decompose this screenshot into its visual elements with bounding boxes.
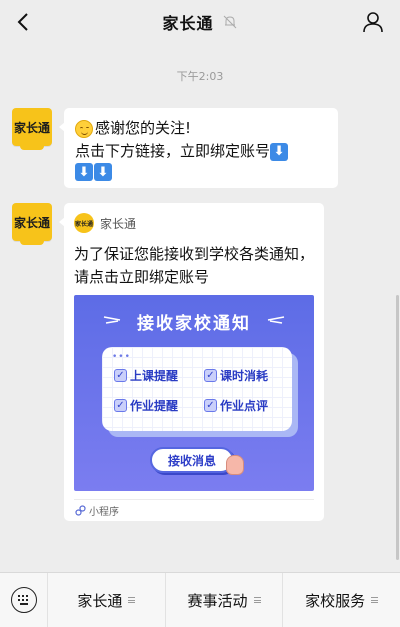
feature-label: 课时消耗: [220, 368, 269, 383]
menu-item-label: 赛事活动: [187, 591, 248, 610]
submenu-icon: [371, 597, 379, 603]
decoration-lines-icon: [267, 316, 285, 324]
checkbox-icon: ✓: [114, 398, 127, 412]
scrollbar[interactable]: [396, 295, 399, 560]
avatar-label: 家长通: [13, 120, 50, 135]
bell-muted-icon: [222, 14, 238, 30]
sender-avatar[interactable]: 家长通: [12, 203, 52, 245]
down-arrow-emoji-icon: ⬇: [75, 163, 93, 181]
down-arrow-emoji-icon: ⬇: [270, 142, 289, 161]
submenu-icon: [128, 597, 136, 603]
welcome-message-bubble: 感谢您的关注! 点击下方链接，立即绑定账号 ⬇ ⬇ ⬇: [59, 108, 338, 188]
back-button[interactable]: [8, 7, 38, 37]
checkbox-icon: ✓: [204, 398, 217, 412]
checkbox-icon: ✓: [114, 368, 127, 382]
down-arrow-emoji-icon: ⬇: [94, 163, 112, 181]
mini-program-logo: 家长通: [74, 213, 94, 233]
feature-label: 作业提醒: [130, 398, 179, 413]
profile-button[interactable]: [360, 9, 386, 35]
menu-item-label: 家校服务: [305, 591, 366, 610]
keyboard-icon: [10, 587, 37, 613]
feature-lesson-usage: ✓ 课时消耗: [204, 365, 268, 385]
user-icon: [363, 12, 383, 33]
avatar-label: 家长通: [13, 215, 50, 230]
mini-program-name: 家长通: [100, 216, 137, 231]
feature-label: 作业点评: [220, 398, 269, 413]
mini-program-footer: 小程序: [74, 499, 314, 521]
bottom-menu-bar: 家长通 赛事活动 家校服务: [0, 572, 400, 627]
chat-header: 家长通: [0, 0, 400, 44]
feature-class-reminder: ✓ 上课提醒: [114, 365, 178, 385]
welcome-text: 感谢您的关注!: [95, 119, 192, 137]
checkbox-icon: ✓: [204, 368, 217, 382]
mini-program-description: 为了保证您能接收到学校各类通知，请点击立即绑定账号: [74, 245, 315, 286]
chevron-left-icon: [17, 13, 28, 31]
menu-item-school-services[interactable]: 家校服务: [283, 573, 400, 627]
mini-program-banner[interactable]: 接收家校通知 ••• ✓ 上课提醒 ✓ 课时消耗 ✓ 作业提醒 ✓ 作业点评 接…: [74, 295, 314, 491]
panel-dots: •••: [112, 352, 131, 362]
mini-program-link-icon: [74, 505, 86, 517]
message-timestamp: 下午2:03: [176, 70, 224, 83]
menu-item-events[interactable]: 赛事活动: [166, 572, 284, 627]
keyboard-toggle-button[interactable]: [0, 572, 48, 627]
receive-messages-button[interactable]: 接收消息: [150, 447, 234, 473]
features-panel: ••• ✓ 上课提醒 ✓ 课时消耗 ✓ 作业提醒 ✓ 作业点评: [102, 347, 292, 431]
submenu-icon: [253, 597, 261, 603]
menu-item-jiazhangtong[interactable]: 家长通: [48, 572, 166, 627]
feature-homework-review: ✓ 作业点评: [204, 395, 268, 415]
smile-emoji-icon: [75, 119, 93, 138]
pointing-hand-icon: [226, 455, 244, 475]
menu-item-label: 家长通: [77, 591, 123, 610]
sender-avatar[interactable]: 家长通: [12, 108, 52, 150]
chat-title: 家长通: [162, 14, 214, 33]
mini-program-card[interactable]: 家长通 家长通 为了保证您能接收到学校各类通知，请点击立即绑定账号 接收家校通知…: [59, 203, 324, 521]
feature-label: 上课提醒: [130, 368, 179, 383]
feature-homework-reminder: ✓ 作业提醒: [114, 395, 178, 415]
mini-program-footer-label: 小程序: [89, 507, 119, 518]
